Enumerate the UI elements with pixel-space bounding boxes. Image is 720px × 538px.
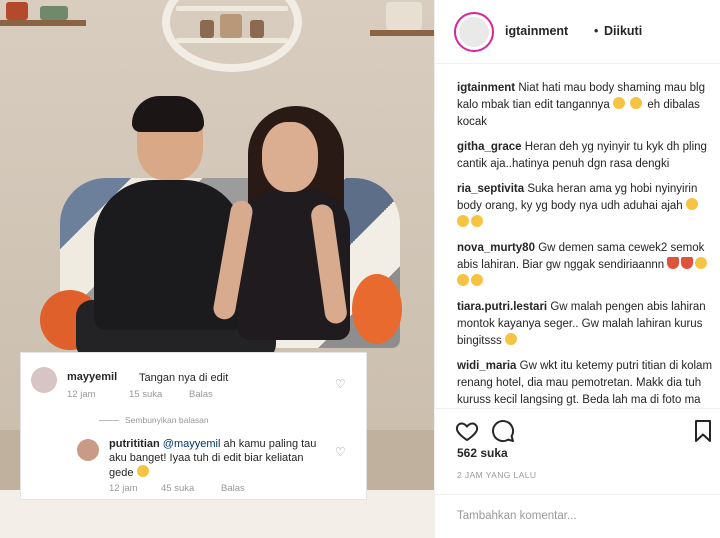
commenter-name[interactable]: mayyemil <box>67 371 117 383</box>
author-avatar[interactable] <box>454 12 494 52</box>
heart-icon[interactable]: ♡ <box>335 445 346 459</box>
hide-replies-link[interactable]: Sembunyikan balasan <box>99 415 209 425</box>
grinning-face-icon <box>471 274 483 286</box>
header-separator: • <box>594 24 599 38</box>
wall-shelf <box>370 30 434 36</box>
author-avatar-image <box>459 17 489 47</box>
comment-likes[interactable]: 15 suka <box>129 389 162 400</box>
grinning-face-icon <box>630 97 643 109</box>
smirk-face-icon <box>685 198 698 210</box>
bookmark-icon[interactable] <box>691 419 715 443</box>
comment-reply-button[interactable]: Balas <box>189 389 213 400</box>
comment-age: 12 jam <box>67 389 96 400</box>
dancer-icon <box>681 257 694 269</box>
shelf-decoration <box>250 20 264 38</box>
list-item: tiara.putri.lestari Gw malah pengen abis… <box>457 299 713 350</box>
grinning-face-icon <box>457 274 469 286</box>
add-comment-bar <box>435 494 720 538</box>
grinning-face-icon <box>613 97 625 109</box>
reply-reply-button[interactable]: Balas <box>221 483 245 494</box>
reply-age: 12 jam <box>109 483 138 494</box>
post-header: igtainment • Diikuti <box>435 0 720 64</box>
cushion <box>352 274 402 344</box>
comment-username[interactable]: githa_grace <box>457 141 522 153</box>
dancer-icon <box>667 257 680 269</box>
heart-icon[interactable]: ♡ <box>335 377 346 391</box>
post-timestamp: 2 JAM YANG LALU <box>457 470 537 480</box>
smirk-face-icon <box>457 215 469 227</box>
commenter-avatar <box>31 367 57 393</box>
comment-text: Tangan nya di edit <box>139 372 229 384</box>
grinning-face-icon <box>136 465 149 477</box>
post-actions-bar <box>435 408 720 448</box>
comment-screenshot-overlay: mayyemil Tangan nya di edit 12 jam 15 su… <box>20 352 367 500</box>
laughing-face-icon <box>504 333 517 345</box>
round-shelf-bar <box>176 38 288 43</box>
heart-icon[interactable] <box>455 419 479 443</box>
shelf-decoration <box>6 2 28 20</box>
likes-count[interactable]: 562 suka <box>457 446 508 460</box>
list-item: githa_grace Heran deh yg nyinyir tu kyk … <box>457 139 713 173</box>
reply-mention[interactable]: @mayyemil <box>163 438 221 450</box>
comment-bubble-icon[interactable] <box>491 419 515 443</box>
shelf-decoration <box>200 20 214 38</box>
comment-username[interactable]: igtainment <box>457 82 515 94</box>
woman-face <box>262 122 318 192</box>
reply-likes[interactable]: 45 suka <box>161 483 194 494</box>
comment-username[interactable]: nova_murty80 <box>457 242 535 254</box>
shelf-decoration <box>220 14 242 38</box>
comment-username[interactable]: widi_maria <box>457 360 516 372</box>
list-item: widi_maria Gw wkt itu ketemy putri titia… <box>457 358 713 408</box>
wall-shelf <box>0 20 86 26</box>
smirk-face-icon <box>471 215 483 227</box>
follow-status-button[interactable]: Diikuti <box>604 24 642 38</box>
comment-username[interactable]: ria_septivita <box>457 183 524 195</box>
replier-avatar <box>77 439 99 461</box>
list-item: ria_septivita Suka heran ama yg hobi nyi… <box>457 181 713 232</box>
list-item: igtainment Niat hati mau body shaming ma… <box>457 80 713 131</box>
list-item: nova_murty80 Gw demen sama cewek2 semok … <box>457 240 713 291</box>
reply-block: putrititian @mayyemil ah kamu paling tau… <box>109 437 329 480</box>
grinning-face-icon <box>695 257 708 269</box>
comment-list[interactable]: igtainment Niat hati mau body shaming ma… <box>457 80 713 408</box>
shelf-decoration <box>40 6 68 20</box>
round-shelf-bar <box>176 6 288 11</box>
add-comment-input[interactable] <box>457 505 697 527</box>
comment-username[interactable]: tiara.putri.lestari <box>457 301 547 313</box>
replier-name[interactable]: putrititian <box>109 438 160 450</box>
post-photo: mayyemil Tangan nya di edit 12 jam 15 su… <box>0 0 434 538</box>
shelf-decoration <box>386 2 422 30</box>
author-username[interactable]: igtainment <box>505 24 568 38</box>
post-side-panel: igtainment • Diikuti igtainment Niat hat… <box>434 0 720 538</box>
man-hair <box>132 96 204 132</box>
